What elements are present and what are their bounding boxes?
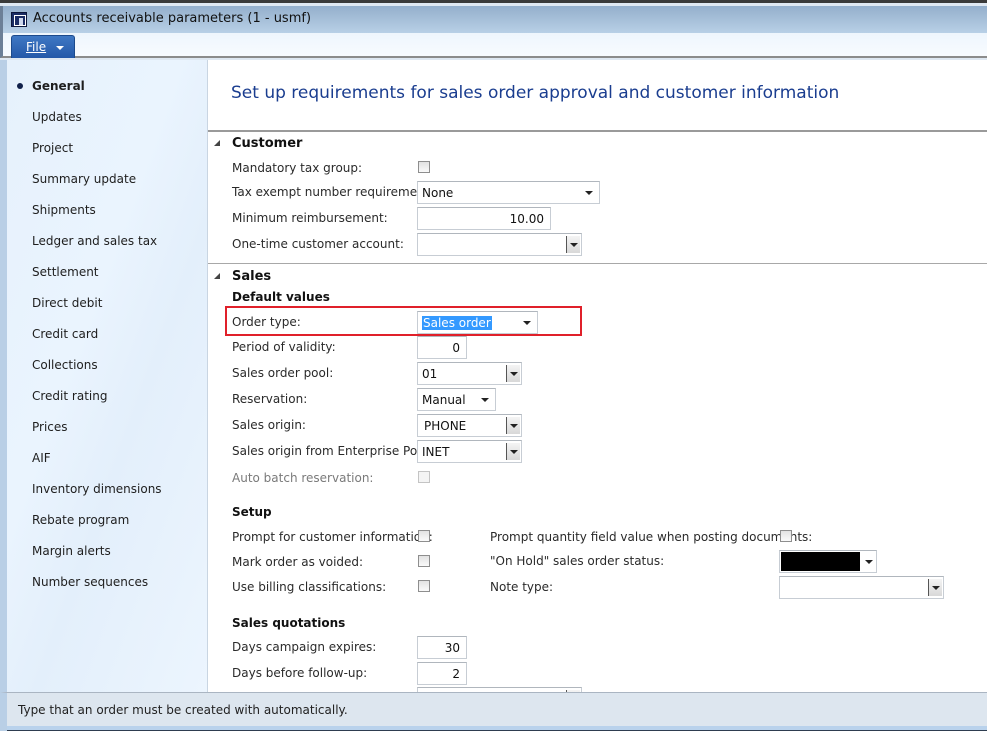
sales-origin-ep-value: INET — [422, 445, 450, 459]
collapse-triangle-icon[interactable] — [214, 273, 220, 279]
sidebar-item-direct-debit[interactable]: Direct debit — [32, 296, 102, 310]
sidebar-item-shipments[interactable]: Shipments — [32, 203, 96, 217]
mandatory-tax-group-label: Mandatory tax group: — [232, 161, 363, 175]
header-divider — [208, 130, 987, 132]
sidebar-item-aif[interactable]: AIF — [32, 451, 51, 465]
note-type-lookup[interactable] — [779, 576, 944, 599]
title-bar: Accounts receivable parameters (1 - usmf… — [0, 6, 987, 33]
order-type-select[interactable]: Sales order — [417, 311, 538, 334]
min-reimbursement-input[interactable]: 10.00 — [417, 207, 551, 230]
tax-exempt-value: None — [422, 186, 454, 200]
main-content: Set up requirements for sales order appr… — [208, 60, 987, 692]
sidebar-item-margin-alerts[interactable]: Margin alerts — [32, 544, 111, 558]
section-divider — [208, 263, 987, 264]
status-bar: Type that an order must be created with … — [0, 692, 987, 731]
chevron-down-icon — [585, 191, 593, 195]
sidebar-item-credit-rating[interactable]: Credit rating — [32, 389, 107, 403]
order-type-label: Order type: — [232, 315, 301, 329]
dynamics-ax-icon — [11, 12, 27, 27]
status-bar-edge — [7, 726, 987, 731]
min-reimbursement-label: Minimum reimbursement: — [232, 211, 388, 225]
sales-origin-ep-label: Sales origin from Enterprise Portal: — [232, 444, 442, 458]
prompt-quantity-checkbox[interactable] — [780, 530, 792, 542]
chevron-down-icon — [56, 46, 64, 50]
section-sales-title[interactable]: Sales — [232, 269, 271, 284]
billing-classifications-checkbox[interactable] — [418, 580, 430, 592]
setup-heading: Setup — [232, 505, 272, 519]
on-hold-status-label: "On Hold" sales order status: — [490, 554, 665, 568]
file-label: File — [26, 40, 47, 54]
sidebar-item-summary-update[interactable]: Summary update — [32, 172, 136, 186]
file-menu-button[interactable]: File — [11, 35, 75, 58]
sales-order-pool-label: Sales order pool: — [232, 366, 334, 380]
lookup-dropdown-icon[interactable] — [506, 417, 520, 434]
tax-exempt-label: Tax exempt number requirement: — [232, 185, 434, 199]
app-window: Accounts receivable parameters (1 - usmf… — [0, 0, 987, 731]
sidebar-item-prices[interactable]: Prices — [32, 420, 68, 434]
days-campaign-expires-label: Days campaign expires: — [232, 640, 377, 654]
chevron-down-icon — [481, 398, 489, 402]
sales-order-pool-lookup[interactable]: 01 — [417, 362, 522, 385]
sidebar: General Updates Project Summary update S… — [0, 60, 208, 692]
redacted-value — [781, 552, 860, 571]
reservation-value: Manual — [422, 393, 466, 407]
sales-order-pool-value: 01 — [422, 367, 438, 381]
sales-origin-label: Sales origin: — [232, 418, 306, 432]
auto-batch-reservation-label: Auto batch reservation: — [232, 471, 374, 485]
one-time-account-label: One-time customer account: — [232, 237, 404, 251]
days-before-followup-input[interactable]: 2 — [417, 662, 467, 685]
sales-origin-value: PHONE — [424, 419, 467, 433]
lookup-dropdown-icon[interactable] — [506, 443, 520, 460]
on-hold-status-lookup[interactable] — [779, 550, 877, 573]
mark-order-voided-checkbox[interactable] — [418, 555, 430, 567]
collapse-triangle-icon[interactable] — [214, 140, 220, 146]
sidebar-item-settlement[interactable]: Settlement — [32, 265, 99, 279]
mandatory-tax-group-checkbox[interactable] — [418, 161, 430, 173]
sidebar-item-project[interactable]: Project — [32, 141, 73, 155]
days-before-followup-label: Days before follow-up: — [232, 666, 368, 680]
one-time-account-lookup[interactable] — [417, 233, 582, 256]
sidebar-item-inventory-dimensions[interactable]: Inventory dimensions — [32, 482, 162, 496]
tax-exempt-select[interactable]: None — [417, 181, 600, 204]
sales-origin-ep-lookup[interactable]: INET — [417, 440, 522, 463]
sidebar-item-collections[interactable]: Collections — [32, 358, 98, 372]
mark-order-voided-label: Mark order as voided: — [232, 555, 364, 569]
window-title: Accounts receivable parameters (1 - usmf… — [33, 11, 312, 26]
chevron-down-icon — [865, 560, 873, 564]
auto-batch-reservation-checkbox[interactable] — [418, 471, 430, 483]
sidebar-item-general[interactable]: General — [32, 79, 85, 93]
sidebar-item-updates[interactable]: Updates — [32, 110, 82, 124]
chevron-down-icon — [523, 321, 531, 325]
ribbon: File — [0, 33, 987, 58]
sidebar-item-rebate-program[interactable]: Rebate program — [32, 513, 129, 527]
order-type-value: Sales order — [422, 316, 492, 330]
lookup-dropdown-icon[interactable] — [928, 579, 942, 596]
lookup-dropdown-icon[interactable] — [566, 236, 580, 253]
billing-classifications-label: Use billing classifications: — [232, 580, 387, 594]
period-validity-input[interactable]: 0 — [417, 336, 467, 359]
sidebar-item-credit-card[interactable]: Credit card — [32, 327, 98, 341]
active-bullet-icon — [17, 83, 23, 89]
section-customer-title[interactable]: Customer — [232, 136, 302, 151]
reservation-label: Reservation: — [232, 392, 308, 406]
page-header: Set up requirements for sales order appr… — [231, 83, 840, 103]
sales-quotations-heading: Sales quotations — [232, 616, 346, 630]
period-validity-label: Period of validity: — [232, 340, 336, 354]
prompt-customer-info-label: Prompt for customer information: — [232, 530, 433, 544]
default-values-heading: Default values — [232, 290, 330, 304]
note-type-label: Note type: — [490, 580, 554, 594]
sidebar-item-ledger-sales-tax[interactable]: Ledger and sales tax — [32, 234, 157, 248]
sidebar-item-number-sequences[interactable]: Number sequences — [32, 575, 148, 589]
lookup-dropdown-icon[interactable] — [506, 365, 520, 382]
prompt-customer-info-checkbox[interactable] — [418, 530, 430, 542]
reservation-select[interactable]: Manual — [417, 388, 496, 411]
status-text: Type that an order must be created with … — [18, 703, 348, 717]
days-campaign-expires-input[interactable]: 30 — [417, 636, 467, 659]
prompt-quantity-label: Prompt quantity field value when posting… — [490, 530, 813, 544]
sales-origin-lookup[interactable]: PHONE — [417, 414, 522, 437]
